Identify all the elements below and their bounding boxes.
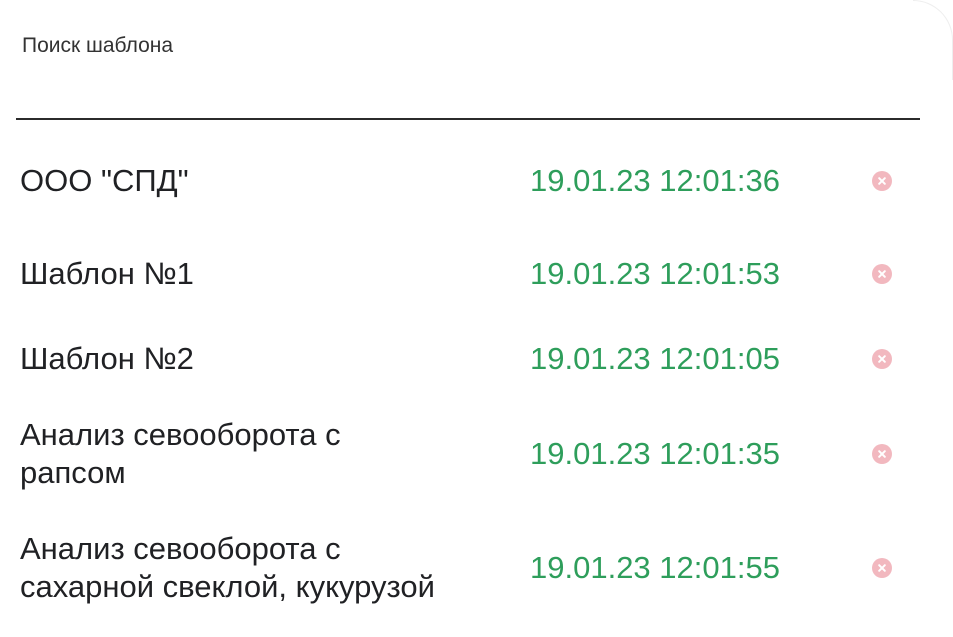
template-date: 19.01.23 12:01:35	[530, 436, 780, 471]
template-date: 19.01.23 12:01:05	[530, 341, 780, 376]
template-row[interactable]: Шаблон №2 19.01.23 12:01:05	[20, 316, 920, 402]
template-name: ООО "СПД"	[20, 163, 189, 198]
close-circle-icon[interactable]	[872, 264, 892, 284]
search-input[interactable]	[16, 70, 924, 116]
template-row[interactable]: Анализ севооборота с сахарной свеклой, к…	[20, 506, 920, 630]
template-date: 19.01.23 12:01:53	[530, 256, 780, 291]
template-name: Шаблон №1	[20, 256, 194, 291]
template-name: Шаблон №2	[20, 341, 194, 376]
close-circle-icon[interactable]	[872, 349, 892, 369]
template-date: 19.01.23 12:01:36	[530, 163, 780, 198]
template-name: Анализ севооборота с сахарной свеклой, к…	[20, 531, 435, 604]
search-field[interactable]: Поиск шаблона	[16, 0, 924, 120]
search-label: Поиск шаблона	[22, 34, 174, 57]
close-circle-icon[interactable]	[872, 171, 892, 191]
template-row[interactable]: ООО "СПД" 19.01.23 12:01:36	[20, 130, 920, 232]
close-circle-icon[interactable]	[872, 558, 892, 578]
template-search-panel: Поиск шаблона ООО "СПД" 19.01.23 12:01:3…	[0, 0, 953, 637]
template-row[interactable]: Анализ севооборота с рапсом 19.01.23 12:…	[20, 402, 920, 506]
template-row[interactable]: Шаблон №1 19.01.23 12:01:53	[20, 232, 920, 316]
close-circle-icon[interactable]	[872, 444, 892, 464]
template-date: 19.01.23 12:01:55	[530, 550, 780, 585]
template-name: Анализ севооборота с рапсом	[20, 417, 341, 490]
template-list: ООО "СПД" 19.01.23 12:01:36 Шаблон №1 19…	[20, 130, 920, 630]
